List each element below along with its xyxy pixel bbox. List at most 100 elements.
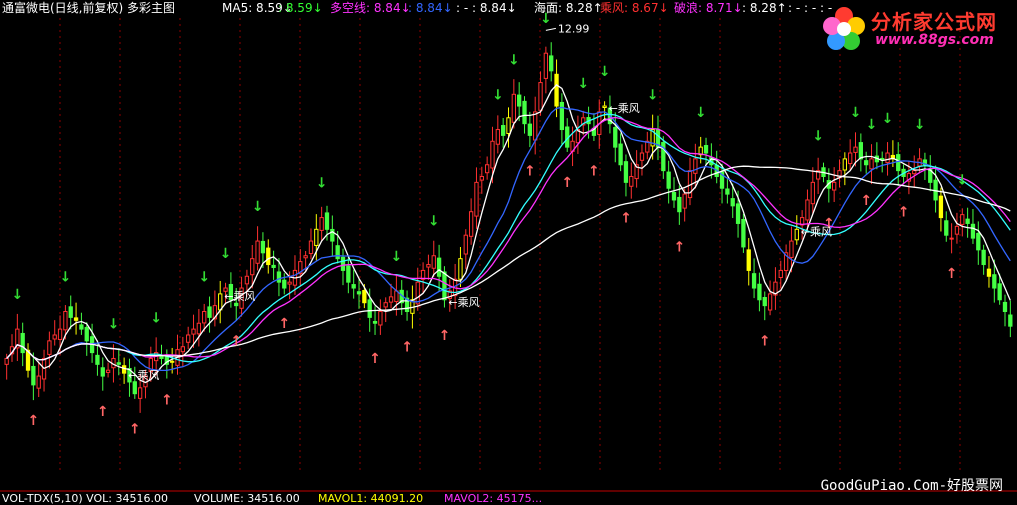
candle-down bbox=[100, 367, 105, 377]
candle-up bbox=[511, 93, 516, 123]
sell-arrow: ↓ bbox=[60, 270, 72, 286]
candle-up bbox=[415, 281, 420, 305]
candle-down bbox=[116, 362, 121, 365]
candle-up bbox=[639, 152, 645, 161]
candle-up bbox=[842, 158, 847, 171]
sell-arrow: ↓ bbox=[508, 52, 520, 68]
candles bbox=[4, 42, 1013, 413]
candle-up bbox=[543, 52, 549, 79]
candle-down bbox=[367, 299, 372, 318]
sell-arrow: ↓ bbox=[198, 270, 210, 286]
chengfeng-label: ←乘风 bbox=[224, 290, 255, 303]
candle-up bbox=[490, 140, 495, 169]
candle-up bbox=[186, 334, 191, 343]
candle-down bbox=[623, 161, 629, 183]
candle-up bbox=[869, 158, 874, 170]
candle-down bbox=[976, 232, 981, 251]
candle-down bbox=[159, 355, 164, 359]
ma-value-4: : 8.84↓ bbox=[408, 1, 453, 15]
candle-up bbox=[458, 258, 463, 280]
site-logo: 分析家公式网 www.88gs.com bbox=[819, 2, 1009, 58]
sell-arrow: ↓ bbox=[391, 249, 403, 265]
candle-down bbox=[282, 279, 287, 289]
candle-up bbox=[105, 369, 111, 373]
chart-title: 通富微电(日线,前复权) 多彩主图 bbox=[2, 1, 175, 15]
candle-up bbox=[52, 334, 57, 340]
candle-up bbox=[810, 181, 815, 205]
candle-up bbox=[778, 269, 783, 278]
candle-down bbox=[517, 94, 522, 107]
buy-arrow: ↑ bbox=[620, 210, 632, 226]
sell-arrow: ↓ bbox=[11, 287, 23, 303]
candle-down bbox=[234, 302, 239, 307]
candle-up bbox=[63, 311, 68, 331]
candle-down bbox=[121, 365, 127, 374]
candle-up bbox=[495, 129, 500, 145]
candle-up bbox=[602, 105, 607, 108]
sell-arrow: ↓ bbox=[850, 105, 862, 121]
candle-down bbox=[362, 290, 367, 304]
candle-down bbox=[95, 354, 100, 365]
candle-down bbox=[965, 218, 970, 224]
candle-down bbox=[880, 157, 885, 160]
buy-arrow: ↑ bbox=[369, 351, 381, 367]
buy-arrow: ↑ bbox=[230, 334, 242, 350]
buy-arrow: ↑ bbox=[161, 392, 173, 408]
buy-arrow: ↑ bbox=[27, 413, 39, 429]
candle-up bbox=[949, 237, 954, 240]
candle-up bbox=[202, 311, 207, 324]
candle-up bbox=[693, 158, 698, 174]
buy-arrow: ↑ bbox=[524, 163, 536, 179]
buy-arrow: ↑ bbox=[278, 316, 290, 332]
candle-down bbox=[1008, 314, 1013, 327]
candle-down bbox=[730, 198, 735, 207]
candle-down bbox=[992, 274, 997, 289]
chengfeng-label: ←乘风 bbox=[448, 296, 479, 309]
grid bbox=[0, 18, 1017, 492]
candle-down bbox=[340, 256, 346, 271]
logo-title: 分析家公式网 bbox=[871, 10, 997, 34]
candle-up bbox=[954, 225, 960, 235]
sell-arrow: ↓ bbox=[252, 199, 264, 215]
candle-up bbox=[255, 240, 260, 264]
candle-down bbox=[554, 73, 559, 107]
price-chart[interactable]: ↓↑↓↑↓↑↓↑↓↓↑↓↑↓↑↓↑↓↑↓↓↑↓↑↓↑↓↑↓↑↓↑↓↑↓↑↓ ↓↑↓… bbox=[0, 0, 1017, 505]
candle-down bbox=[442, 271, 447, 301]
candle-down bbox=[84, 326, 89, 342]
candle-up bbox=[303, 255, 308, 259]
sell-arrow: ↓ bbox=[316, 176, 328, 192]
candle-up bbox=[218, 293, 223, 311]
candle-down bbox=[351, 284, 356, 289]
chart-labels: 12.99 ←乘风 ←乘风 ←乘风 ←乘风 ←乘风 bbox=[128, 22, 832, 382]
candle-up bbox=[57, 328, 63, 341]
candle-up bbox=[885, 152, 890, 164]
candle-up bbox=[388, 296, 394, 303]
sell-arrow: ↓ bbox=[812, 129, 824, 145]
candle-up bbox=[250, 258, 255, 276]
sell-arrow: ↓ bbox=[695, 105, 707, 121]
candle-up bbox=[287, 281, 292, 285]
buy-arrow: ↑ bbox=[759, 334, 771, 350]
candle-up bbox=[196, 322, 202, 335]
candle-up bbox=[912, 170, 917, 175]
candle-up bbox=[474, 181, 479, 217]
buy-arrow: ↑ bbox=[439, 328, 451, 344]
candle-down bbox=[559, 101, 565, 131]
candle-down bbox=[436, 257, 442, 277]
candle-down bbox=[997, 283, 1002, 301]
volume-value: VOLUME: 34516.00 bbox=[194, 492, 300, 505]
chengfeng-label: ←乘风 bbox=[801, 225, 832, 238]
candle-up bbox=[431, 255, 436, 269]
candle-up bbox=[805, 199, 810, 221]
candle-down bbox=[335, 245, 340, 260]
candle-up bbox=[468, 211, 474, 237]
sell-arrow: ↓ bbox=[220, 246, 232, 262]
candle-up bbox=[383, 302, 388, 308]
mavol1-value: MAVOL1: 44091.20 bbox=[318, 492, 424, 505]
candle-down bbox=[703, 145, 709, 154]
candle-down bbox=[260, 240, 266, 254]
candle-up bbox=[533, 111, 538, 141]
candle-down bbox=[20, 332, 25, 354]
candle-down bbox=[666, 171, 671, 189]
candle-down bbox=[858, 142, 864, 160]
